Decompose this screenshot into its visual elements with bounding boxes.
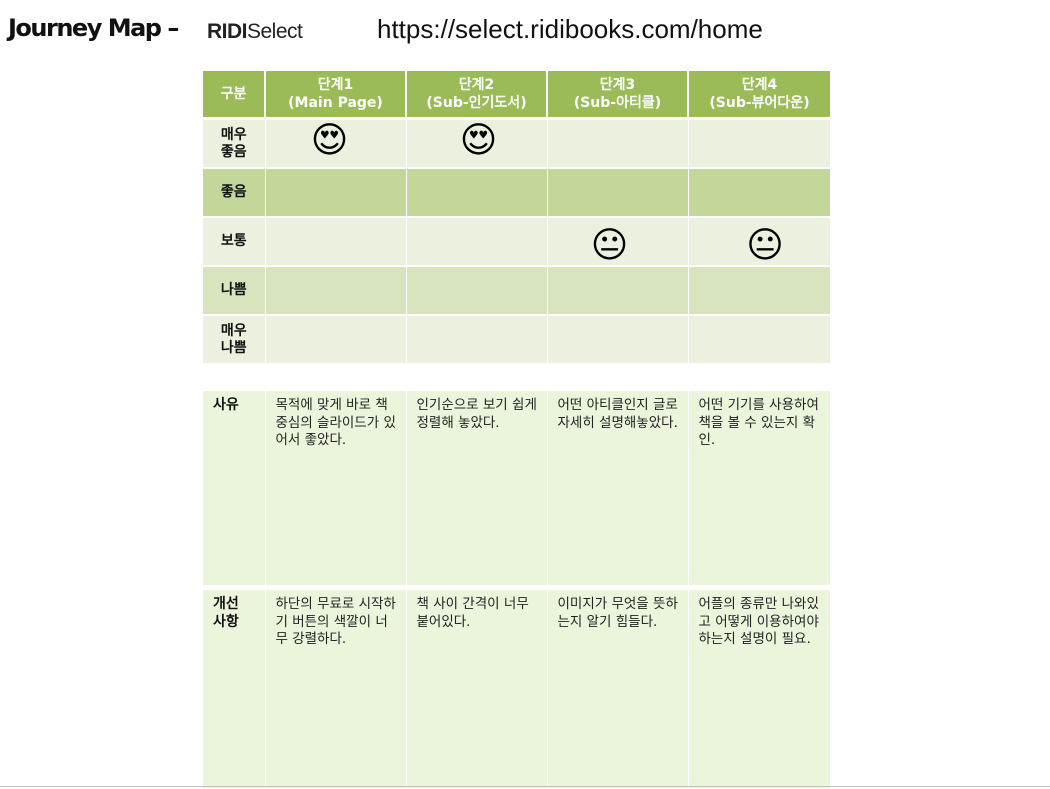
cell-stage1-good: [265, 168, 407, 218]
row-label-bad: 나쁨: [203, 266, 266, 316]
cell-stage1-neutral: [265, 217, 407, 267]
reason-stage1: 목적에 맞게 바로 책 중심의 슬라이드가 있어서 좋았다.: [265, 391, 407, 590]
cell-stage2-good: [406, 168, 548, 218]
cell-stage2-very-good: 😍: [406, 118, 548, 169]
cell-stage1-bad: [265, 266, 407, 316]
cell-stage1-very-bad: [265, 315, 407, 365]
brand-logo-bold: RIDI: [207, 20, 248, 43]
stage2-header: 단계2 (Sub-인기도서): [406, 71, 548, 120]
cell-stage4-very-good: [688, 118, 831, 169]
cell-stage3-good: [547, 168, 689, 218]
row-label-neutral: 보통: [203, 217, 266, 267]
cell-stage4-good: [688, 168, 831, 218]
url-text: https://select.ridibooks.com/home: [377, 14, 763, 44]
cell-stage3-neutral: 😐: [547, 217, 689, 267]
stage1-header: 단계1 (Main Page): [265, 71, 407, 120]
neutral-face-emoji-icon: 😐: [746, 224, 784, 266]
cell-stage1-very-good: 😍: [265, 118, 407, 169]
cell-stage3-very-good: [547, 118, 689, 169]
stage3-header: 단계3 (Sub-아티클): [547, 71, 689, 120]
rating-table: 구분 단계1 (Main Page) 단계2 (Sub-인기도서) 단계3 (Sub-…: [203, 71, 831, 365]
cell-stage4-neutral: 😐: [688, 217, 831, 267]
page-title: Journey Map –: [8, 14, 179, 42]
improvement-label: 개선 사항: [203, 587, 266, 788]
reason-stage4: 어떤 기기를 사용하여 책을 볼 수 있는지 확인.: [688, 391, 831, 590]
brand-logo-light: Select: [247, 20, 303, 43]
improvement-stage3: 이미지가 무엇을 뜻하는지 알기 힘들다.: [547, 587, 689, 788]
improvement-stage1: 하단의 무료로 시작하기 버튼의 색깔이 너무 강렬하다.: [265, 587, 407, 788]
heart-eyes-emoji-icon: 😍: [310, 119, 349, 161]
cell-stage4-very-bad: [688, 315, 831, 365]
cell-stage3-very-bad: [547, 315, 689, 365]
brand-logo: RIDISelect: [207, 20, 303, 44]
improvement-stage4: 어플의 종류만 나와있고 어떻게 이용하여야 하는지 설명이 필요.: [688, 587, 831, 788]
reason-stage2: 인기순으로 보기 쉽게 정렬해 놓았다.: [406, 391, 548, 590]
cell-stage4-bad: [688, 266, 831, 316]
detail-table: 사유 목적에 맞게 바로 책 중심의 슬라이드가 있어서 좋았다. 인기순으로 …: [203, 391, 831, 788]
bottom-divider: [0, 786, 1050, 787]
cell-stage2-very-bad: [406, 315, 548, 365]
row-label-good: 좋음: [203, 168, 266, 218]
improvement-stage2: 책 사이 간격이 너무 붙어있다.: [406, 587, 548, 788]
reason-label: 사유: [203, 391, 266, 590]
reason-stage3: 어떤 아티클인지 글로 자세히 설명해놓았다.: [547, 391, 689, 590]
neutral-face-emoji-icon: 😐: [590, 224, 629, 266]
row-label-very-bad: 매우 나쁨: [203, 315, 266, 365]
cell-stage2-neutral: [406, 217, 548, 267]
cell-stage2-bad: [406, 266, 548, 316]
corner-header: 구분: [203, 71, 266, 120]
stage4-header: 단계4 (Sub-뷰어다운): [688, 71, 830, 120]
heart-eyes-emoji-icon: 😍: [459, 119, 498, 161]
cell-stage3-bad: [547, 266, 689, 316]
row-label-very-good: 매우 좋음: [203, 118, 266, 169]
